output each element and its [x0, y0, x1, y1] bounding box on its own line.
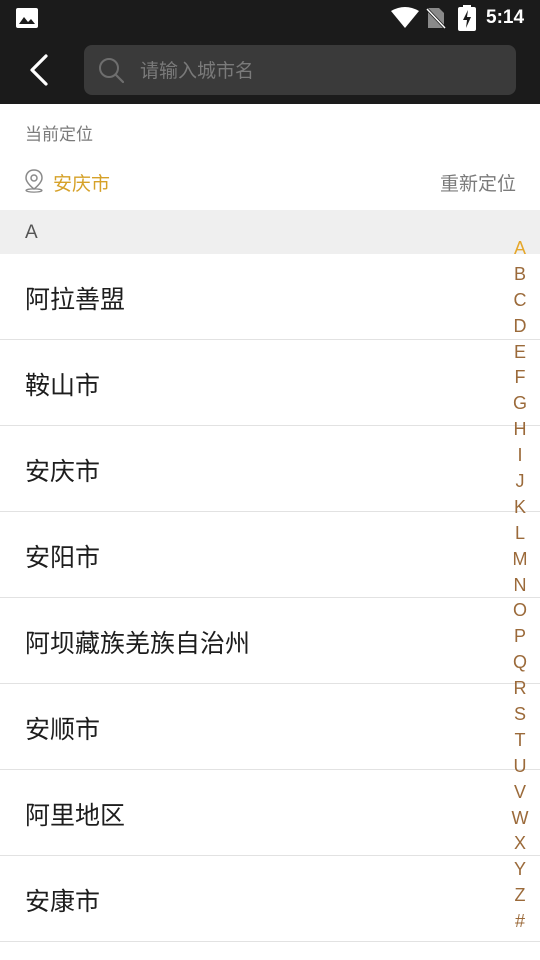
index-letter[interactable]: F: [506, 365, 534, 391]
index-letter[interactable]: I: [506, 443, 534, 469]
current-location-row: 安庆市 重新定位: [0, 160, 540, 204]
index-letter[interactable]: H: [506, 417, 534, 443]
index-letter[interactable]: V: [506, 780, 534, 806]
city-list-item[interactable]: 安阳市: [0, 512, 540, 598]
index-letter[interactable]: C: [506, 288, 534, 314]
index-letter[interactable]: L: [506, 521, 534, 547]
city-name: 鞍山市: [25, 371, 101, 400]
relocate-button[interactable]: 重新定位: [440, 169, 516, 196]
no-sim-icon: [426, 7, 446, 30]
wifi-icon: [391, 7, 419, 28]
index-letter[interactable]: M: [506, 547, 534, 573]
city-list: 阿拉善盟 鞍山市 安庆市 安阳市 阿坝藏族羌族自治州 安顺市 阿里地区 安康市: [0, 254, 540, 942]
index-letter[interactable]: Y: [506, 857, 534, 883]
image-icon: [16, 8, 38, 28]
city-name: 阿里地区: [25, 801, 126, 830]
index-letter[interactable]: #: [506, 909, 534, 935]
city-list-item[interactable]: 安顺市: [0, 684, 540, 770]
app-bar: [0, 36, 540, 104]
city-list-item[interactable]: 安庆市: [0, 426, 540, 512]
index-letter[interactable]: G: [506, 391, 534, 417]
city-list-item[interactable]: 安康市: [0, 856, 540, 942]
status-time: 5:14: [486, 7, 525, 28]
index-letter[interactable]: D: [506, 314, 534, 340]
index-letter[interactable]: K: [506, 495, 534, 521]
city-list-item[interactable]: 鞍山市: [0, 340, 540, 426]
index-letter[interactable]: P: [506, 624, 534, 650]
alphabet-index[interactable]: A B C D E F G H I J K L M N O P Q R S T U V W X Y Z #: [506, 236, 534, 935]
search-icon: [99, 58, 124, 83]
index-letter[interactable]: A: [506, 236, 534, 262]
section-header: A: [0, 210, 540, 254]
index-letter[interactable]: Q: [506, 650, 534, 676]
city-list-item[interactable]: 阿里地区: [0, 770, 540, 856]
current-city[interactable]: 安庆市: [53, 169, 110, 196]
index-letter[interactable]: U: [506, 754, 534, 780]
location-pin-icon: [25, 169, 43, 193]
back-button[interactable]: [22, 50, 62, 90]
search-box[interactable]: [84, 45, 516, 95]
city-name: 安康市: [25, 887, 101, 916]
city-list-item[interactable]: 阿坝藏族羌族自治州: [0, 598, 540, 684]
index-letter[interactable]: Z: [506, 883, 534, 909]
index-letter[interactable]: T: [506, 728, 534, 754]
city-name: 安庆市: [25, 457, 101, 486]
index-letter[interactable]: N: [506, 573, 534, 599]
city-name: 安顺市: [25, 715, 101, 744]
city-name: 安阳市: [25, 543, 101, 572]
battery-charging-icon: [458, 5, 476, 31]
city-name: 阿坝藏族羌族自治州: [25, 629, 251, 658]
index-letter[interactable]: J: [506, 469, 534, 495]
back-arrow-icon: [30, 54, 48, 86]
index-letter[interactable]: R: [506, 676, 534, 702]
index-letter[interactable]: E: [506, 340, 534, 366]
current-location-label: 当前定位: [25, 125, 93, 145]
section-letter: A: [25, 222, 38, 243]
index-letter[interactable]: X: [506, 831, 534, 857]
city-list-item[interactable]: 阿拉善盟: [0, 254, 540, 340]
status-bar: 5:14: [0, 0, 540, 36]
index-letter[interactable]: S: [506, 702, 534, 728]
index-letter[interactable]: W: [506, 806, 534, 832]
index-letter[interactable]: O: [506, 598, 534, 624]
search-input[interactable]: [138, 53, 502, 89]
city-name: 阿拉善盟: [25, 285, 126, 314]
index-letter[interactable]: B: [506, 262, 534, 288]
